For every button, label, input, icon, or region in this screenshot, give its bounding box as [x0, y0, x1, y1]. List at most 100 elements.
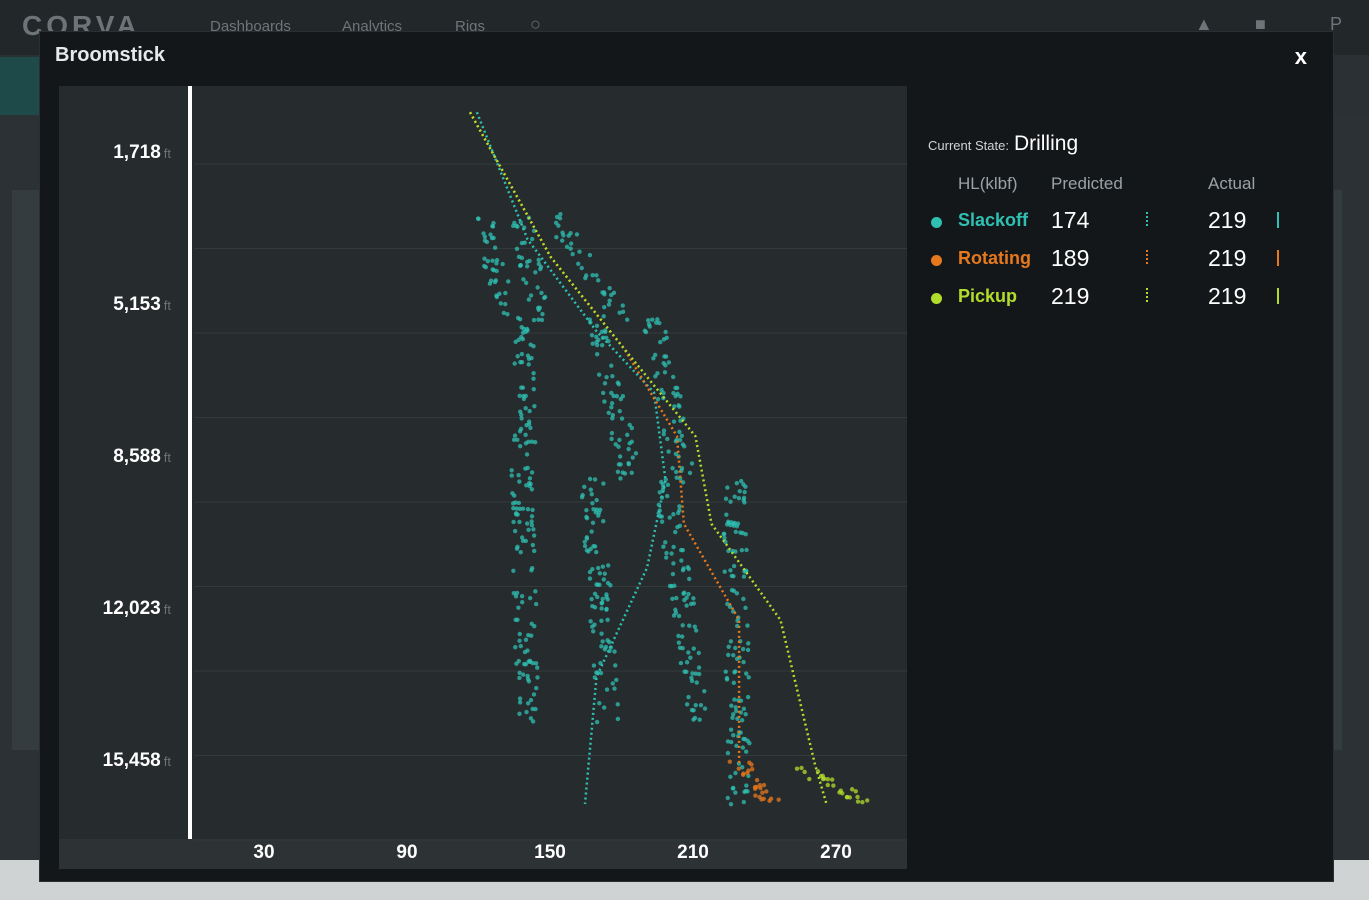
data-point	[676, 640, 682, 645]
data-point	[739, 717, 745, 723]
data-point	[594, 323, 600, 328]
data-point	[587, 576, 593, 581]
solid-line-icon	[1277, 250, 1279, 266]
data-point	[517, 670, 522, 676]
data-point	[615, 716, 621, 722]
row-actual-value: 219	[1208, 245, 1247, 271]
data-point	[747, 740, 752, 746]
data-point	[577, 249, 582, 254]
data-point	[620, 470, 625, 475]
data-point	[607, 285, 612, 291]
data-point	[535, 285, 540, 290]
data-point	[525, 673, 530, 679]
data-point	[488, 278, 494, 283]
data-point	[594, 334, 599, 340]
data-point	[523, 637, 529, 643]
data-point	[693, 703, 698, 708]
grid-menu-icon[interactable]	[0, 57, 40, 115]
data-point	[687, 623, 692, 628]
data-point	[606, 302, 612, 307]
broomstick-chart: 1,718 ft 5,153 ft 8,588 ft 12,023 ft 15,458 f…	[59, 86, 907, 869]
data-point	[645, 318, 651, 323]
data-point	[613, 442, 618, 447]
data-point	[519, 359, 525, 365]
data-point	[519, 535, 525, 540]
data-point	[568, 231, 573, 236]
data-point	[680, 547, 686, 553]
data-point	[743, 749, 749, 754]
data-point	[731, 563, 737, 569]
data-point	[670, 571, 676, 577]
data-point	[669, 583, 674, 589]
row-name: Slackoff	[958, 210, 1029, 230]
data-point	[754, 784, 759, 790]
data-point	[560, 238, 565, 243]
data-point	[590, 272, 595, 278]
data-point	[589, 596, 594, 602]
data-point	[597, 571, 603, 576]
data-point	[591, 629, 596, 634]
data-point	[517, 700, 523, 705]
data-point	[533, 589, 538, 594]
data-point	[728, 774, 733, 779]
data-point	[523, 405, 528, 411]
data-point	[620, 393, 626, 399]
hookload-row-rotating: Rotating 189 219	[928, 245, 1308, 275]
data-point	[741, 495, 747, 501]
data-point	[594, 497, 599, 503]
data-point	[509, 468, 514, 473]
row-name: Rotating	[958, 248, 1031, 268]
data-point	[729, 739, 734, 745]
x-tick-label: 210	[677, 842, 709, 863]
data-point	[540, 311, 545, 317]
close-button[interactable]: x	[1295, 44, 1307, 70]
data-point	[671, 561, 676, 566]
data-point	[612, 649, 617, 654]
data-point	[599, 618, 604, 623]
data-point	[597, 701, 602, 706]
data-point	[601, 577, 607, 582]
x-tick-label: 270	[820, 842, 852, 863]
data-point	[670, 465, 675, 471]
data-point	[534, 685, 539, 691]
data-point	[617, 437, 622, 443]
data-point	[661, 432, 667, 437]
data-point	[831, 783, 836, 788]
data-point	[513, 339, 518, 345]
data-point	[617, 310, 622, 315]
data-point	[524, 264, 530, 269]
data-point	[483, 264, 489, 270]
data-point	[735, 521, 741, 526]
data-point	[776, 797, 781, 802]
row-predicted-value: 219	[1051, 283, 1090, 309]
data-point	[627, 441, 632, 446]
data-point	[745, 623, 750, 628]
data-point	[604, 374, 609, 380]
data-point	[739, 547, 745, 553]
data-point	[520, 336, 526, 342]
data-point	[600, 564, 606, 569]
data-point	[647, 324, 652, 329]
data-point	[517, 479, 522, 484]
data-point	[524, 709, 529, 715]
data-point	[609, 363, 614, 368]
data-point	[743, 711, 748, 717]
data-point	[592, 544, 598, 549]
data-point	[525, 701, 531, 706]
row-actual-value: 219	[1208, 283, 1247, 309]
data-point	[619, 416, 625, 421]
header-hl: HL(klbf)	[958, 174, 1018, 193]
data-point	[855, 799, 861, 804]
data-point	[702, 688, 707, 694]
data-point	[610, 416, 615, 421]
data-point	[532, 403, 537, 409]
data-point	[518, 643, 524, 649]
y-tick-label: 5,153 ft	[113, 294, 171, 315]
data-point	[570, 251, 575, 257]
data-point	[768, 796, 774, 801]
current-state-label: Current State:	[928, 138, 1009, 153]
data-point	[750, 766, 755, 772]
data-point	[533, 601, 539, 607]
data-point	[694, 680, 699, 685]
data-point	[523, 441, 529, 446]
